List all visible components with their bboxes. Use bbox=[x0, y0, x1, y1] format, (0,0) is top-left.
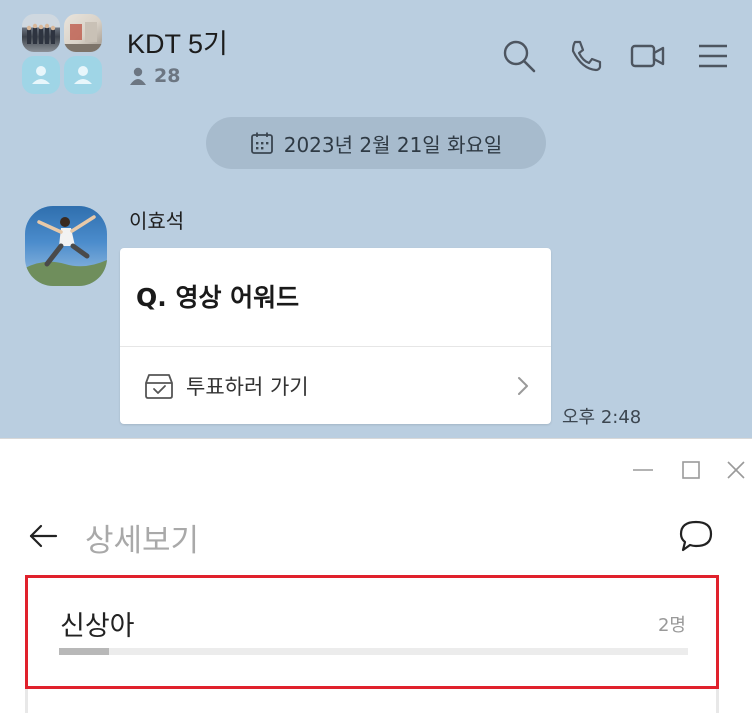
chevron-right-icon bbox=[518, 377, 528, 395]
close-icon[interactable] bbox=[725, 459, 747, 481]
sender-avatar[interactable] bbox=[25, 206, 107, 286]
member-count-value: 28 bbox=[154, 65, 181, 87]
list-border bbox=[716, 689, 719, 713]
vote-button[interactable]: 투표하러 가기 bbox=[120, 347, 551, 424]
option-name: 신상아 bbox=[60, 611, 135, 642]
member-count[interactable]: 28 bbox=[128, 64, 180, 88]
back-arrow-icon[interactable] bbox=[28, 523, 60, 549]
room-title: KDT 5기 bbox=[127, 29, 228, 59]
list-border bbox=[25, 689, 28, 713]
speech-bubble-icon[interactable] bbox=[678, 519, 714, 553]
message-time: 오후 2:48 bbox=[562, 407, 642, 428]
poll-option-item[interactable]: 신상아 2명 bbox=[25, 575, 719, 689]
vote-action-label: 투표하러 가기 bbox=[186, 375, 309, 399]
menu-icon[interactable] bbox=[696, 38, 732, 74]
poll-detail-window: 상세보기 신상아 2명 bbox=[0, 438, 752, 713]
maximize-icon[interactable] bbox=[680, 459, 702, 481]
vote-progress-fill bbox=[59, 648, 110, 655]
group-avatar[interactable] bbox=[22, 14, 102, 94]
video-icon[interactable] bbox=[630, 38, 666, 74]
vote-count: 2명 bbox=[657, 615, 686, 636]
vote-progress-bar bbox=[59, 648, 688, 655]
date-divider: 2023년 2월 21일 화요일 bbox=[206, 117, 546, 169]
group-member-photo bbox=[22, 14, 60, 52]
poll-card[interactable]: Q. 영상 어워드 투표하러 가기 bbox=[120, 248, 551, 424]
search-icon[interactable] bbox=[501, 38, 537, 74]
chat-window: KDT 5기 28 2023년 2월 21일 화요일 이효석 Q. 영상 어워드… bbox=[0, 0, 752, 438]
calendar-icon bbox=[250, 132, 273, 154]
page-title: 상세보기 bbox=[85, 523, 200, 559]
person-icon bbox=[130, 67, 146, 85]
poll-question: Q. 영상 어워드 bbox=[136, 283, 300, 312]
date-label: 2023년 2월 21일 화요일 bbox=[283, 132, 503, 157]
minimize-icon[interactable] bbox=[632, 459, 654, 481]
default-profile-icon bbox=[64, 56, 102, 94]
sender-name: 이효석 bbox=[129, 209, 185, 233]
default-profile-icon bbox=[22, 56, 60, 94]
group-member-photo bbox=[64, 14, 102, 52]
phone-icon[interactable] bbox=[567, 38, 603, 74]
ballot-box-icon bbox=[145, 374, 173, 399]
